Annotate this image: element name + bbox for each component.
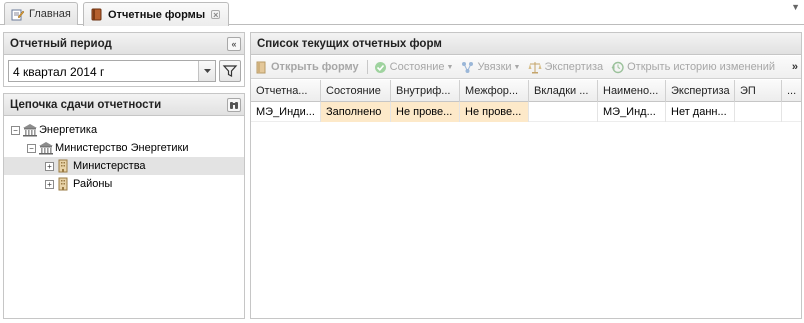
tree-node-label: Министерства xyxy=(73,160,146,172)
expertise-label: Экспертиза xyxy=(544,61,604,73)
open-history-label: Открыть историю изменений xyxy=(627,61,776,73)
chevron-down-icon: ▼ xyxy=(513,63,521,71)
tree-node-ministry-energy[interactable]: − Министерство Энергетики xyxy=(4,139,244,157)
column-header[interactable]: ... xyxy=(782,80,802,102)
close-icon[interactable]: × xyxy=(211,10,221,20)
state-menu-label: Состояние xyxy=(389,61,445,73)
table-cell xyxy=(529,102,598,122)
filter-button[interactable] xyxy=(219,60,241,82)
links-menu-button[interactable]: Увязки ▼ xyxy=(461,61,520,74)
reporting-chain-tree: − Энергетика − Министерство Энергетики +… xyxy=(4,117,244,318)
toolbar-separator xyxy=(366,60,368,74)
scales-icon xyxy=(528,61,542,74)
column-header[interactable]: Экспертиза xyxy=(666,80,735,102)
building-icon xyxy=(22,123,37,137)
open-form-icon xyxy=(255,61,268,74)
chevron-down-icon[interactable] xyxy=(198,61,215,81)
table-cell: МЭ_Инди... xyxy=(251,102,321,122)
tab-report-forms[interactable]: Отчетные формы × xyxy=(83,2,229,26)
tree-node-energy[interactable]: − Энергетика xyxy=(4,121,244,139)
tree-node-label: Районы xyxy=(73,178,113,190)
collapse-icon[interactable]: « xyxy=(227,37,241,51)
chevron-down-icon: ▼ xyxy=(446,63,454,71)
links-icon xyxy=(461,61,474,74)
tree-node-label: Энергетика xyxy=(39,124,98,136)
column-header[interactable]: Отчетна... xyxy=(251,80,321,102)
toolbar-overflow-button[interactable]: » xyxy=(792,61,798,73)
period-panel-header: Отчетный период « xyxy=(4,33,244,55)
expand-node-icon[interactable]: + xyxy=(45,161,54,171)
forms-toolbar: Открыть форму Состояние ▼ Увязки ▼ Экспе… xyxy=(251,56,801,79)
forms-panel-title: Список текущих отчетных форм xyxy=(257,37,442,50)
chain-panel-title: Цепочка сдачи отчетности xyxy=(10,98,162,111)
column-header[interactable]: Вкладки ... xyxy=(529,80,598,102)
collapse-node-icon[interactable]: − xyxy=(27,143,36,153)
building-icon xyxy=(38,141,53,155)
chain-panel-header: Цепочка сдачи отчетности xyxy=(4,94,244,116)
tree-node-ministries[interactable]: + Министерства xyxy=(4,157,244,175)
office-building-icon xyxy=(56,159,70,173)
tree-node-districts[interactable]: + Районы xyxy=(4,175,244,193)
binoculars-icon[interactable] xyxy=(227,98,241,112)
column-header[interactable]: Межфор... xyxy=(460,80,529,102)
open-history-button[interactable]: Открыть историю изменений xyxy=(611,61,775,74)
table-cell: Нет данн... xyxy=(666,102,735,122)
column-header[interactable]: Состояние xyxy=(321,80,391,102)
table-cell xyxy=(735,102,782,122)
forms-panel-header: Список текущих отчетных форм xyxy=(251,33,801,55)
expand-node-icon[interactable]: + xyxy=(45,179,54,189)
table-cell: МЭ_Инд... xyxy=(598,102,666,122)
tab-home[interactable]: Главная xyxy=(4,2,78,25)
tree-node-label: Министерство Энергетики xyxy=(55,142,189,154)
table-row[interactable]: МЭ_Инди... Заполнено Не прове... Не пров… xyxy=(251,102,801,122)
forms-panel: Список текущих отчетных форм Открыть фор… xyxy=(250,32,802,319)
table-cell: Не прове... xyxy=(460,102,529,122)
period-select[interactable]: 4 квартал 2014 г xyxy=(8,60,216,82)
column-header[interactable]: Наимено... xyxy=(598,80,666,102)
edit-page-icon xyxy=(11,8,25,21)
book-icon xyxy=(90,8,103,21)
open-form-label: Открыть форму xyxy=(271,61,359,73)
state-menu-button[interactable]: Состояние ▼ xyxy=(374,61,454,74)
grid-header: Отчетна... Состояние Внутриф... Межфор..… xyxy=(251,80,801,102)
tab-home-label: Главная xyxy=(29,8,71,20)
table-cell: Заполнено xyxy=(321,102,391,122)
filter-icon xyxy=(220,65,240,84)
chevron-down-icon[interactable]: ▼ xyxy=(791,2,800,12)
column-header[interactable]: ЭП xyxy=(735,80,782,102)
check-circle-icon xyxy=(374,61,387,74)
expertise-button[interactable]: Экспертиза xyxy=(528,61,603,74)
period-panel-title: Отчетный период xyxy=(10,37,112,50)
chain-panel: Цепочка сдачи отчетности − Энергетика − … xyxy=(3,93,245,319)
collapse-node-icon[interactable]: − xyxy=(11,125,20,135)
links-menu-label: Увязки xyxy=(477,61,512,73)
column-header[interactable]: Внутриф... xyxy=(391,80,460,102)
period-select-value: 4 квартал 2014 г xyxy=(13,65,105,79)
tab-report-forms-label: Отчетные формы xyxy=(108,8,206,21)
tab-bar: Главная Отчетные формы × ▼ xyxy=(0,0,804,26)
table-cell: Не прове... xyxy=(391,102,460,122)
open-form-button[interactable]: Открыть форму xyxy=(255,61,359,74)
office-building-icon xyxy=(56,177,70,191)
history-icon xyxy=(611,61,624,74)
